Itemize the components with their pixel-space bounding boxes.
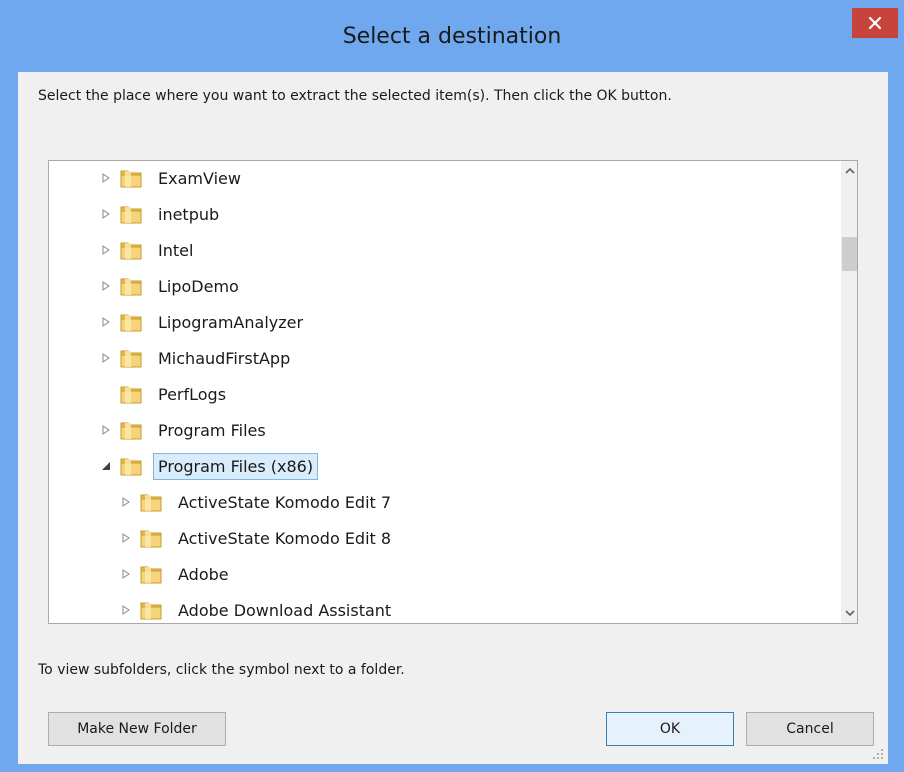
tree-item-label: Program Files (x86) — [153, 452, 319, 480]
close-button[interactable] — [852, 8, 898, 38]
folder-icon — [139, 563, 163, 585]
vertical-scrollbar[interactable] — [841, 161, 857, 623]
folder-icon — [119, 455, 143, 477]
tree-item[interactable]: MichaudFirstApp — [99, 343, 295, 373]
triangle-right-icon[interactable] — [119, 567, 133, 581]
tree-item[interactable]: ActiveState Komodo Edit 8 — [119, 523, 396, 553]
triangle-right-icon[interactable] — [99, 171, 113, 185]
tree-item[interactable]: LipoDemo — [99, 271, 244, 301]
triangle-right-icon[interactable] — [99, 351, 113, 365]
instruction-text: Select the place where you want to extra… — [38, 88, 672, 104]
tree-item[interactable]: Adobe Download Assistant — [119, 595, 396, 623]
folder-icon — [139, 491, 163, 513]
tree-item[interactable]: Intel — [99, 235, 198, 265]
folder-icon — [139, 527, 163, 549]
folder-icon — [119, 311, 143, 333]
folder-icon — [119, 347, 143, 369]
scrollbar-thumb[interactable] — [842, 237, 857, 271]
folder-tree[interactable]: ExamView inetpub Intel LipoDemo LipogramAnal… — [48, 160, 858, 624]
triangle-down-icon[interactable] — [99, 459, 113, 473]
triangle-right-icon[interactable] — [99, 243, 113, 257]
folder-icon — [119, 383, 143, 405]
tree-item[interactable]: ActiveState Komodo Edit 7 — [119, 487, 396, 517]
chevron-down-icon — [844, 610, 855, 617]
tree-item[interactable]: PerfLogs — [99, 379, 231, 409]
tree-item[interactable]: Adobe — [119, 559, 234, 589]
tree-item-label: Adobe Download Assistant — [178, 600, 392, 620]
triangle-right-icon[interactable] — [99, 279, 113, 293]
triangle-right-icon[interactable] — [119, 603, 133, 617]
folder-icon — [119, 275, 143, 297]
make-new-folder-label: Make New Folder — [77, 721, 197, 737]
cancel-label: Cancel — [786, 721, 834, 737]
tree-item[interactable]: inetpub — [99, 199, 224, 229]
close-icon — [868, 16, 882, 30]
triangle-right-icon[interactable] — [119, 531, 133, 545]
triangle-right-icon[interactable] — [99, 423, 113, 437]
tree-item[interactable]: Program Files (x86) — [99, 451, 319, 481]
triangle-right-icon[interactable] — [99, 315, 113, 329]
tree-item-label: inetpub — [158, 204, 220, 224]
scroll-up-button[interactable] — [841, 161, 857, 181]
folder-icon — [119, 203, 143, 225]
cancel-button[interactable]: Cancel — [746, 712, 874, 746]
dialog-window: Select a destination Select the place wh… — [0, 0, 904, 772]
folder-icon — [139, 599, 163, 621]
tree-item-label: ActiveState Komodo Edit 7 — [178, 492, 392, 512]
scroll-down-button[interactable] — [841, 603, 857, 623]
make-new-folder-button[interactable]: Make New Folder — [48, 712, 226, 746]
tree-item-label: MichaudFirstApp — [158, 348, 291, 368]
ok-label: OK — [659, 721, 681, 737]
folder-icon — [119, 419, 143, 441]
tree-item-label: Intel — [158, 240, 194, 260]
tree-item-label: Adobe — [178, 564, 229, 584]
tree-item-label: LipoDemo — [158, 276, 239, 296]
tree-item-label: LipogramAnalyzer — [158, 312, 304, 332]
tree-item-label: ExamView — [158, 168, 241, 188]
tree-item[interactable]: LipogramAnalyzer — [99, 307, 308, 337]
folder-icon — [119, 239, 143, 261]
resize-grip-icon[interactable] — [872, 748, 884, 760]
tree-item[interactable]: Program Files — [99, 415, 271, 445]
dialog-title: Select a destination — [342, 24, 562, 49]
tree-item-label: PerfLogs — [158, 384, 227, 404]
ok-button[interactable]: OK — [606, 712, 734, 746]
folder-icon — [119, 167, 143, 189]
triangle-right-icon[interactable] — [119, 495, 133, 509]
tree-item-label: ActiveState Komodo Edit 8 — [178, 528, 392, 548]
chevron-up-icon — [844, 167, 855, 174]
title-bar[interactable]: Select a destination — [0, 0, 904, 70]
dialog-body: Select the place where you want to extra… — [18, 72, 888, 764]
hint-text: To view subfolders, click the symbol nex… — [38, 662, 405, 678]
tree-item[interactable]: ExamView — [99, 163, 246, 193]
tree-item-label: Program Files — [158, 420, 266, 440]
triangle-right-icon[interactable] — [99, 207, 113, 221]
